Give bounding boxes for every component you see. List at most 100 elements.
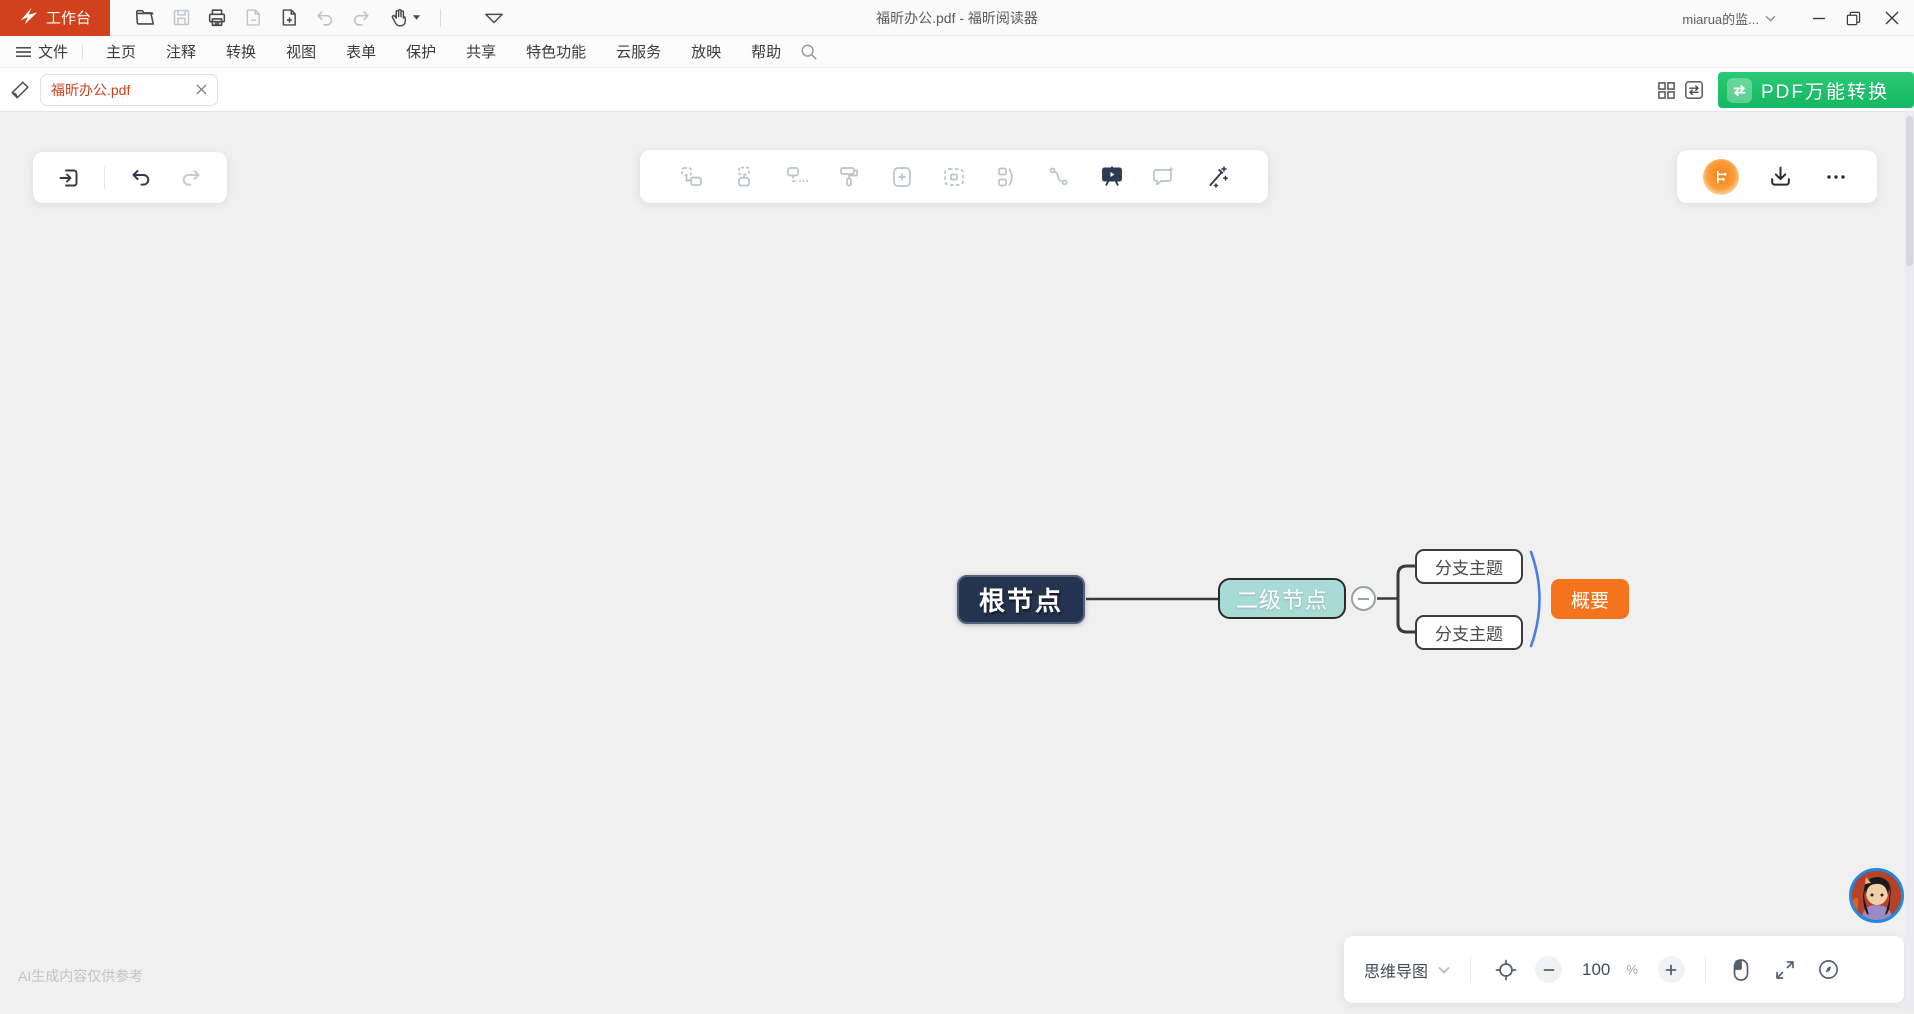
- extract-page-button[interactable]: [238, 4, 268, 32]
- expand-icon: [1774, 959, 1796, 981]
- navigate-button[interactable]: [1814, 955, 1844, 985]
- ai-disclaimer: AI生成内容仅供参考: [18, 966, 143, 986]
- center-map-button[interactable]: [1491, 955, 1521, 985]
- canvas-left-toolbar: [33, 152, 227, 203]
- menu-label: 主页: [106, 41, 136, 62]
- select-area-button[interactable]: [939, 162, 969, 192]
- map-redo-button[interactable]: [176, 163, 206, 193]
- secondary-node-label: 二级节点: [1236, 583, 1328, 615]
- root-node-label: 根节点: [979, 581, 1063, 618]
- menu-separator: [82, 44, 83, 59]
- minimize-button[interactable]: [1802, 0, 1836, 36]
- chevron-down-icon: [1765, 15, 1776, 22]
- undo-button[interactable]: [310, 4, 340, 32]
- tabbar-right: PDF万能转换: [1652, 68, 1914, 112]
- user-account-menu[interactable]: miarua的监...: [1682, 9, 1776, 28]
- mode-label: 思维导图: [1364, 958, 1428, 982]
- summary-node-label: 概要: [1571, 586, 1609, 613]
- menu-item-convert[interactable]: 转换: [211, 36, 271, 68]
- add-summary-button[interactable]: [992, 162, 1022, 192]
- statusbar-separator: [1470, 957, 1471, 983]
- open-file-button[interactable]: [130, 4, 160, 32]
- add-sibling-node-button[interactable]: [782, 162, 812, 192]
- insert-node-button[interactable]: [887, 162, 917, 192]
- mindmap-branch-node-1[interactable]: 分支主题: [1415, 549, 1523, 584]
- mindmap-root-node[interactable]: 根节点: [957, 575, 1085, 624]
- workspace-label: 工作台: [46, 7, 91, 28]
- close-tab-icon[interactable]: [196, 84, 207, 95]
- statusbar-separator: [1705, 957, 1706, 983]
- user-avatar[interactable]: [1849, 868, 1904, 923]
- collapse-toolbar-button[interactable]: [479, 4, 509, 32]
- zoom-out-button[interactable]: [1535, 956, 1562, 983]
- ai-comment-button[interactable]: [1149, 162, 1179, 192]
- hand-tool-button[interactable]: [382, 4, 426, 32]
- add-relation-button[interactable]: [1044, 162, 1074, 192]
- save-button[interactable]: [166, 4, 196, 32]
- add-child-node-button[interactable]: [677, 162, 707, 192]
- download-button[interactable]: [1765, 162, 1795, 192]
- menu-bar: 文件 主页 注释 转换 视图 表单 保护 共享 特色功能 云服务 放映 帮助: [0, 36, 1914, 68]
- redo-button[interactable]: [346, 4, 376, 32]
- tab-title: 福昕办公.pdf: [51, 80, 188, 100]
- more-options-button[interactable]: [1821, 162, 1851, 192]
- annotate-pen-button[interactable]: [0, 79, 40, 101]
- menu-label: 视图: [286, 41, 316, 62]
- scrollbar-thumb[interactable]: [1906, 116, 1913, 266]
- menu-item-home[interactable]: 主页: [91, 36, 151, 68]
- menu-label: 特色功能: [526, 41, 586, 62]
- vertical-scrollbar[interactable]: [1905, 112, 1914, 1013]
- workspace-button[interactable]: 工作台: [0, 0, 110, 36]
- menu-label: 云服务: [616, 41, 661, 62]
- menu-item-help[interactable]: 帮助: [736, 36, 796, 68]
- search-button[interactable]: [800, 43, 818, 61]
- restore-button[interactable]: [1836, 0, 1870, 36]
- collapse-branch-button[interactable]: [1351, 586, 1376, 611]
- grid-icon: [1657, 81, 1676, 100]
- canvas-main-toolbar: [640, 150, 1268, 203]
- menu-item-protect[interactable]: 保护: [391, 36, 451, 68]
- menu-item-features[interactable]: 特色功能: [511, 36, 601, 68]
- print-button[interactable]: [202, 4, 232, 32]
- menu-item-view[interactable]: 视图: [271, 36, 331, 68]
- menu-item-present[interactable]: 放映: [676, 36, 736, 68]
- exit-editor-button[interactable]: [54, 163, 84, 193]
- menu-item-cloud[interactable]: 云服务: [601, 36, 676, 68]
- document-tab[interactable]: 福昕办公.pdf: [40, 74, 218, 106]
- pdf-convert-button[interactable]: PDF万能转换: [1718, 72, 1914, 108]
- mouse-mode-button[interactable]: [1726, 955, 1756, 985]
- mindmap-secondary-node[interactable]: 二级节点: [1218, 578, 1346, 619]
- menu-item-share[interactable]: 共享: [451, 36, 511, 68]
- mindmap-branch-node-2[interactable]: 分支主题: [1415, 615, 1523, 650]
- branch-node-label: 分支主题: [1435, 620, 1503, 645]
- panel-separator: [104, 167, 105, 189]
- menu-item-comment[interactable]: 注释: [151, 36, 211, 68]
- mindmap-summary-node[interactable]: 概要: [1551, 579, 1629, 619]
- user-name: miarua的监...: [1682, 9, 1759, 28]
- tab-switch-button[interactable]: [1680, 76, 1708, 104]
- new-page-button[interactable]: [274, 4, 304, 32]
- menu-label: 保护: [406, 41, 436, 62]
- add-parent-node-button[interactable]: [729, 162, 759, 192]
- canvas-right-toolbar: [1677, 150, 1877, 203]
- format-painter-button[interactable]: [834, 162, 864, 192]
- tab-grid-view-button[interactable]: [1652, 76, 1680, 104]
- ai-magic-wand-button[interactable]: [1202, 162, 1232, 192]
- app-window: 工作台: [0, 0, 1914, 1014]
- chevron-down-icon: [1438, 966, 1450, 974]
- presentation-button[interactable]: [1097, 162, 1127, 192]
- search-icon: [800, 43, 818, 61]
- compass-icon: [1817, 958, 1840, 981]
- zoom-in-button[interactable]: [1658, 956, 1685, 983]
- map-undo-button[interactable]: [126, 163, 156, 193]
- convert-swap-icon: [1727, 78, 1752, 103]
- pen-nib-icon: [9, 79, 31, 101]
- ai-structure-button[interactable]: [1703, 159, 1739, 195]
- diagram-mode-select[interactable]: 思维导图: [1364, 958, 1450, 982]
- menu-item-file[interactable]: 文件: [14, 41, 78, 62]
- fullscreen-button[interactable]: [1770, 955, 1800, 985]
- mindmap-canvas[interactable]: 根节点 二级节点 分支主题 分支主题 概要 思维导图: [0, 112, 1914, 1013]
- menu-label: 文件: [38, 41, 68, 62]
- close-button[interactable]: [1870, 0, 1914, 36]
- menu-item-form[interactable]: 表单: [331, 36, 391, 68]
